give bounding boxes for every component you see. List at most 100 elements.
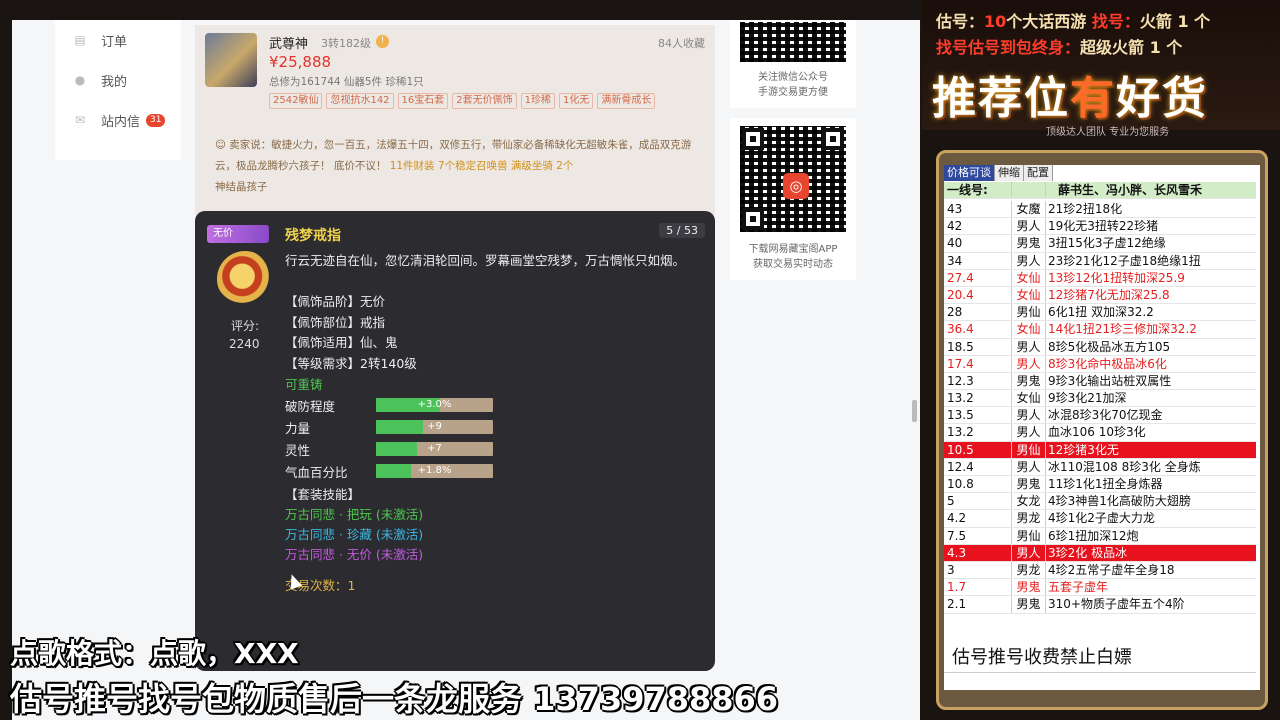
stat-bar: +7	[376, 442, 493, 456]
table-cell: 42	[944, 218, 1012, 235]
table-cell: 11珍1化1扭全身炼器	[1048, 477, 1163, 491]
table-row: 5 女龙 4珍3神兽1化高破防大翅膀	[944, 493, 1256, 511]
score-label: 评分:	[231, 319, 260, 333]
sidebar-item-messages[interactable]: ✉ 站内信 31	[55, 100, 181, 140]
promo-text: 有	[1070, 73, 1116, 124]
table-row: 1.7 男鬼 五套子虚年	[944, 579, 1256, 597]
item-attr: 【佩饰品阶】无价	[285, 294, 386, 309]
header-cell	[1012, 182, 1046, 199]
table-cell: 7.5	[944, 527, 1012, 544]
table-cell: 女仙	[1012, 286, 1046, 304]
scrollbar-thumb[interactable]	[912, 400, 917, 422]
table-cell: 女魔	[1012, 201, 1046, 218]
item-description: 行云无迹自在仙，忽忆清泪轮回间。罗幕画堂空残梦，万古惆怅只如烟。	[285, 253, 686, 268]
sidebar-item-label: 站内信	[101, 114, 141, 130]
promo-text: 10	[984, 12, 1007, 31]
sheet-tab[interactable]: 配置	[1024, 165, 1053, 181]
table-cell: 女仙	[1012, 269, 1046, 286]
table-cell: 18.5	[944, 338, 1012, 355]
table-cell: 14化1扭21珍三修加深32.2	[1048, 322, 1197, 337]
info-icon[interactable]: !	[376, 35, 389, 48]
table-cell: 13珍12化1扭转加深25.9	[1048, 270, 1185, 285]
seller-desc-tail: 神结晶孩子	[215, 181, 268, 193]
table-cell: 5	[944, 493, 1012, 510]
table-row: 13.5 男人 冰混8珍3化70亿现金	[944, 407, 1256, 425]
listing-price: ¥25,888	[269, 53, 332, 71]
user-sidebar: ▤ 订单 ● 我的 ✉ 站内信 31	[55, 20, 181, 160]
table-row: 3 男龙 4珍2五常子虚年全身18	[944, 561, 1256, 580]
table-cell: 男仙	[1012, 527, 1046, 544]
table-row: 12.3 男鬼 9珍3化输出站桩双属性	[944, 372, 1256, 391]
wechat-qr-icon	[740, 22, 846, 62]
stat-value: +3.0%	[417, 399, 452, 410]
seller-description: ☺ 卖家说：敏捷火力，忽一百五，法爆五十四，双修五行，带仙家必备稀缺化无超敏朱雀…	[215, 139, 692, 193]
promo-line-2: 找号估号到包终身：超级火箭 1 个	[936, 34, 1182, 58]
clipboard-icon: ▤	[74, 33, 86, 47]
unread-badge: 31	[146, 113, 166, 127]
sheet-tabs: 价格可谈 伸缩 配置	[944, 165, 1053, 181]
set-skill: 万古同悲 · 珍藏 (未激活)	[285, 527, 424, 542]
table-cell: 男人	[1012, 252, 1046, 269]
sidebar-item-label: 我的	[101, 74, 128, 90]
qr-eye-icon	[822, 128, 844, 150]
sidebar-item-profile[interactable]: ● 我的	[55, 60, 181, 100]
listing-tag: 满新骨成长	[597, 93, 656, 109]
table-cell: 4珍3神兽1化高破防大翅膀	[1048, 494, 1191, 509]
table-cell: 9珍3化输出站桩双属性	[1048, 373, 1172, 388]
table-cell: 20.4	[944, 286, 1012, 304]
table-cell: 女仙	[1012, 390, 1046, 407]
promo-text: 位	[1024, 73, 1070, 124]
listing-tag: 1珍稀	[520, 93, 556, 109]
sheet-footer-line	[944, 672, 1256, 690]
table-cell: 男人	[1012, 407, 1046, 424]
table-cell: 17.4	[944, 355, 1012, 372]
sidebar-item-orders[interactable]: ▤ 订单	[55, 20, 181, 60]
table-cell: 36.4	[944, 321, 1012, 338]
character-avatar	[205, 33, 257, 87]
listing-tag: 2套无价佩饰	[452, 93, 517, 109]
listing-card[interactable]: 武尊神 3转182级 ! 84人收藏 ¥25,888 总修为161744 仙器5…	[195, 25, 715, 215]
header-cell: 一线号:	[944, 182, 1012, 199]
table-cell: 男鬼	[1012, 596, 1046, 613]
table-cell: 男人	[1012, 218, 1046, 235]
stat-value: +9	[427, 421, 442, 432]
listing-meta: 总修为161744 仙器5件 珍稀1只	[269, 76, 424, 88]
table-cell: 男人	[1012, 544, 1046, 561]
stat-value: +1.8%	[417, 465, 452, 476]
item-tooltip: 无价 评分: 2240 残梦戒指 5 / 53 行云无迹自在仙，忽忆清泪轮回间。…	[195, 211, 715, 671]
table-cell: 10.5	[944, 441, 1012, 458]
table-row: 36.4 女仙 14化1扭21珍三修加深32.2	[944, 321, 1256, 339]
table-row: 4.2 男龙 4珍1化2子虚大力龙	[944, 510, 1256, 528]
seller-desc-highlight: 11件财装 7个稳定召唤兽 满级坐骑 2个	[389, 160, 574, 172]
table-cell: 女龙	[1012, 493, 1046, 510]
sheet-tab[interactable]: 伸缩	[995, 165, 1024, 181]
stat-bar: +3.0%	[376, 398, 493, 412]
stream-frame: ▤ 订单 ● 我的 ✉ 站内信 31 武尊神 3转182级 ! 84人收藏 ¥25,88…	[0, 0, 1280, 720]
table-cell: 女仙	[1012, 321, 1046, 338]
listing-tag: 忽视抗水142	[326, 93, 394, 109]
mail-icon: ✉	[74, 113, 86, 127]
table-cell: 310+物质子虚年五个4阶	[1048, 597, 1185, 612]
table-cell: 13.2	[944, 390, 1012, 407]
app-logo-icon: ◎	[783, 173, 809, 199]
wechat-qr-card: 关注微信公众号 手游交易更方便	[730, 20, 856, 108]
table-row: 4.3 男人 3珍2化 极品冰	[944, 544, 1256, 562]
stat-label: 力量	[285, 421, 311, 436]
sheet-tab[interactable]: 价格可谈	[944, 165, 995, 181]
promo-subtitle: 顶级达人团队 专业为您服务	[1046, 127, 1170, 138]
table-cell: 3	[944, 561, 1012, 579]
table-cell: 34	[944, 252, 1012, 269]
table-cell: 男人	[1012, 355, 1046, 372]
item-attr: 【等级需求】2转140级	[285, 356, 417, 371]
table-cell: 21珍2扭18化	[1048, 202, 1123, 216]
table-cell: 男人	[1012, 424, 1046, 441]
table-cell: 8珍3化命中极品冰6化	[1048, 356, 1167, 371]
stat-bar: +1.8%	[376, 464, 493, 478]
table-row: 20.4 女仙 12珍猪7化无加深25.8	[944, 286, 1256, 305]
table-cell: 五套子虚年	[1048, 580, 1109, 595]
character-name: 武尊神	[269, 37, 309, 52]
table-cell: 血冰106 10珍3化	[1048, 425, 1146, 440]
promo-text: 推荐	[932, 73, 1024, 124]
table-cell: 2.1	[944, 596, 1012, 613]
table-row: 13.2 女仙 9珍3化21加深	[944, 390, 1256, 408]
